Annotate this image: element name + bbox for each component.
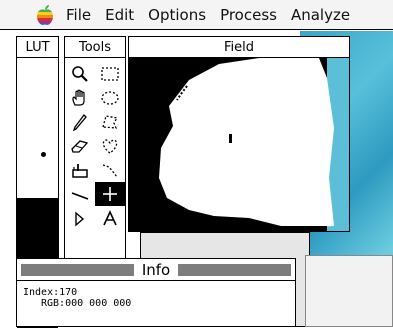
menu-options[interactable]: Options [148,6,206,24]
menu-process[interactable]: Process [220,6,277,24]
info-index: Index:170 [23,287,78,298]
polygon-select-tool-icon[interactable] [95,110,125,134]
magnifier-tool-icon[interactable] [65,62,95,86]
arrow-tool-icon[interactable] [65,206,95,230]
tools-window[interactable]: Tools [64,36,126,262]
info-title: Info [141,260,171,279]
menu-file[interactable]: File [66,6,91,24]
eraser-tool-icon[interactable] [65,134,95,158]
freehand-select-tool-icon[interactable] [95,134,125,158]
rect-select-tool-icon[interactable] [95,62,125,86]
pencil-tool-icon[interactable] [65,110,95,134]
info-title-stripes-right [178,263,292,276]
crosshair-tool-icon[interactable] [95,182,125,206]
field-title[interactable]: Field [129,37,349,58]
lut-white-region [17,58,58,198]
menu-analyze[interactable]: Analyze [291,6,350,24]
hand-tool-icon[interactable] [65,86,95,110]
wand-tool-icon[interactable] [95,158,125,182]
field-image-graphic [129,58,349,231]
field-image[interactable] [129,58,349,231]
info-rgb: RGB:000 000 000 [41,298,132,309]
background-window-right[interactable] [305,255,393,327]
text-tool-icon[interactable] [95,206,125,230]
line-tool-icon[interactable] [65,182,95,206]
menu-bar: File Edit Options Process Analyze [0,0,393,30]
apple-icon[interactable] [34,4,56,26]
info-body: Index:170 RGB:000 000 000 [17,281,295,309]
field-window[interactable]: Field [128,36,350,232]
tools-title[interactable]: Tools [65,37,125,58]
info-titlebar[interactable]: Info [17,259,295,281]
info-window[interactable]: Info Index:170 RGB:000 000 000 [16,258,296,327]
lut-title[interactable]: LUT [17,37,58,58]
oval-select-tool-icon[interactable] [95,86,125,110]
info-title-stripes-left [21,263,134,276]
lut-marker [41,152,46,157]
paint-bucket-tool-icon[interactable] [65,158,95,182]
menu-edit[interactable]: Edit [105,6,134,24]
